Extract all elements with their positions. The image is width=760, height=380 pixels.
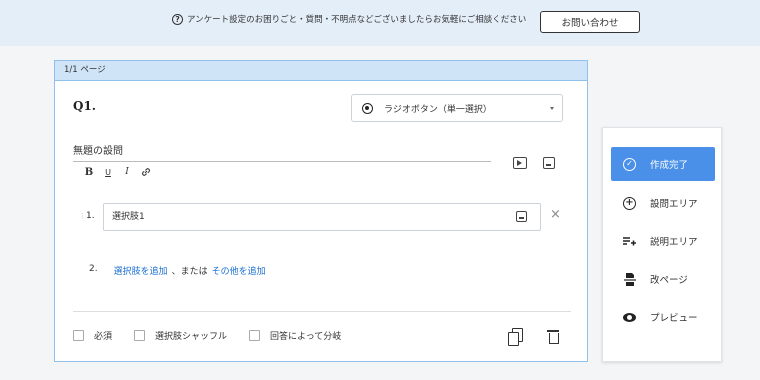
side-menu: ✓ 作成完了 + 設問エリア 説明エリア 改ページ プレビュー — [602, 127, 722, 362]
menu-item-label: プレビュー — [650, 313, 698, 324]
question-type-label: ラジオボタン（単一選択） — [384, 104, 492, 115]
checkbox-icon[interactable] — [73, 330, 84, 341]
question-title-input[interactable]: 無題の設問 — [73, 145, 491, 162]
eye-icon — [623, 312, 636, 322]
help-bar: ? アンケート設定のお困りごと・質問・不明点などございましたらお気軽にご相談くだ… — [0, 0, 760, 46]
shuffle-label: 選択肢シャッフル — [155, 332, 228, 342]
video-insert-icon[interactable] — [513, 157, 527, 169]
menu-item-label: 設問エリア — [650, 199, 698, 210]
page-indicator: 1/1 ページ — [55, 61, 587, 81]
link-icon[interactable] — [138, 165, 154, 179]
question-card: 1/1 ページ Q1. ラジオボタン（単一選択） 無題の設問 B U I ⋮⋮ … — [54, 60, 588, 362]
question-circle-icon: ? — [172, 13, 183, 25]
question-type-select[interactable]: ラジオボタン（単一選択） — [351, 94, 563, 122]
option-input[interactable]: 選択肢1 — [103, 203, 541, 231]
italic-button[interactable]: I — [119, 165, 135, 179]
question-number: Q1. — [73, 99, 96, 113]
next-option-number: 2. — [89, 264, 98, 274]
menu-item-description-area[interactable]: 説明エリア — [611, 224, 715, 258]
menu-item-label: 改ページ — [650, 275, 688, 286]
menu-item-label: 説明エリア — [650, 237, 698, 248]
option-image-icon[interactable] — [516, 211, 527, 222]
format-toolbar: B U I — [81, 165, 154, 179]
contact-button[interactable]: お問い合わせ — [540, 11, 640, 33]
branch-checkbox[interactable]: 回答によって分岐 — [249, 329, 341, 342]
radio-button-icon — [362, 102, 373, 114]
help-text: アンケート設定のお困りごと・質問・不明点などございましたらお気軽にご相談ください — [187, 15, 527, 25]
shuffle-checkbox[interactable]: 選択肢シャッフル — [134, 329, 227, 342]
question-options-footer: 必須 選択肢シャッフル 回答によって分岐 — [73, 329, 363, 342]
image-insert-icon[interactable] — [543, 157, 555, 169]
checkbox-icon[interactable] — [134, 330, 146, 341]
bold-button[interactable]: B — [81, 165, 97, 179]
plus-circle-icon: + — [623, 196, 636, 210]
help-message: ? アンケート設定のお困りごと・質問・不明点などございましたらお気軽にご相談くだ… — [172, 13, 526, 25]
required-checkbox[interactable]: 必須 — [73, 329, 112, 342]
close-icon[interactable]: × — [550, 208, 561, 222]
check-circle-icon: ✓ — [623, 157, 636, 171]
caret-down-icon — [550, 107, 554, 110]
copy-icon[interactable] — [508, 328, 523, 346]
menu-item-question-area[interactable]: + 設問エリア — [611, 186, 715, 220]
add-choice-link[interactable]: 選択肢を追加 — [114, 264, 168, 277]
underline-button[interactable]: U — [100, 165, 116, 179]
or-text: 、または — [171, 267, 208, 277]
text-add-icon — [623, 235, 636, 248]
menu-item-label: 作成完了 — [650, 160, 689, 171]
required-label: 必須 — [94, 332, 113, 342]
menu-item-preview[interactable]: プレビュー — [611, 300, 715, 334]
add-option-row: 2. 選択肢を追加 、または その他を追加 — [89, 264, 266, 277]
checkbox-icon[interactable] — [249, 330, 261, 341]
page-break-icon — [623, 272, 636, 286]
branch-label: 回答によって分岐 — [270, 332, 342, 342]
option-number: 1. — [86, 211, 95, 221]
divider — [73, 311, 571, 312]
trash-icon[interactable] — [547, 328, 559, 344]
menu-item-done[interactable]: ✓ 作成完了 — [611, 147, 715, 181]
menu-item-page-break[interactable]: 改ページ — [611, 262, 715, 296]
add-other-link[interactable]: その他を追加 — [212, 264, 266, 277]
